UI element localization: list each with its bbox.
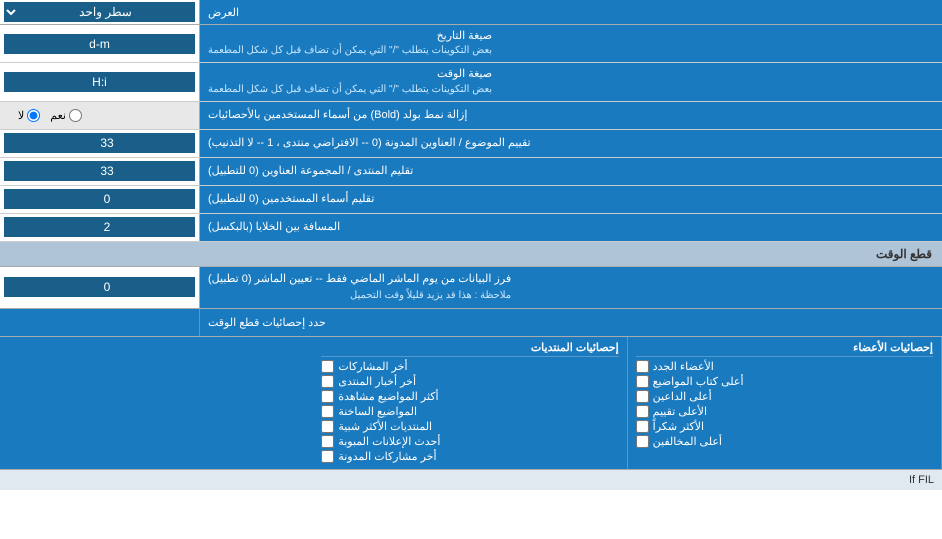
radio-no[interactable] [27,109,40,122]
display-select[interactable]: سطر واحدسطرانثلاثة أسطر [4,2,195,22]
cell-spacing-row: المسافة بين الخلايا (بالبكسل) [0,214,942,242]
stats-check-last-posts[interactable] [321,360,334,373]
stats-check-top-violators[interactable] [636,435,649,448]
stats-check-hot-topics[interactable] [321,405,334,418]
stats-item-most-similar: المنتديات الأكثر شبية [321,420,618,433]
radio-yes-label[interactable]: نعم [50,109,82,122]
time-format-input[interactable] [4,72,195,92]
stats-label-most-thanked: الأكثر شكراً [653,420,704,433]
display-label: العرض [200,0,942,24]
stats-col-forums-header: إحصائيات المنتديات [321,341,618,357]
topic-order-label: تقييم الموضوع / العناوين المدونة (0 -- ا… [200,130,942,157]
cutoff-row: فرز البيانات من يوم الماشر الماضي فقط --… [0,267,942,309]
bold-remove-input-cell: نعم لا [0,102,200,129]
radio-no-label[interactable]: لا [18,109,40,122]
stats-col-forums: إحصائيات المنتديات أخر المشاركات أخر أخب… [313,337,627,469]
stats-label-top-inviters: أعلى الداعين [653,390,712,403]
stats-item-hot-topics: المواضيع الساخنة [321,405,618,418]
bold-remove-label: إزالة نمط بولد (Bold) من أسماء المستخدمي… [200,102,942,129]
username-trim-input-cell [0,186,200,213]
forum-order-row: تقليم المنتدى / المجموعة العناوين (0 للت… [0,158,942,186]
stats-col-right [0,337,313,469]
stats-label-last-posts: أخر المشاركات [338,360,407,373]
stats-label-blog-posts: أخر مشاركات المدونة [338,450,436,463]
topic-order-input[interactable] [4,133,195,153]
stats-check-latest-news[interactable] [321,375,334,388]
stats-item-latest-classified: أحدث الإعلانات المبوبة [321,435,618,448]
stats-item-most-viewed: أكثر المواضيع مشاهدة [321,390,618,403]
stats-col-members-header: إحصائيات الأعضاء [636,341,933,357]
cell-spacing-input[interactable] [4,217,195,237]
stats-check-most-viewed[interactable] [321,390,334,403]
stats-check-latest-classified[interactable] [321,435,334,448]
topic-order-input-cell [0,130,200,157]
stats-item-top-inviters: أعلى الداعين [636,390,933,403]
stats-item-latest-news: أخر أخبار المنتدى [321,375,618,388]
time-format-row: صيغة الوقت بعض التكوينات يتطلب "/" التي … [0,63,942,101]
limit-row: حدد إحصائيات قطع الوقت [0,309,942,337]
stats-label-most-viewed: أكثر المواضيع مشاهدة [338,390,438,403]
cutoff-input-cell [0,267,200,308]
main-container: العرض سطر واحدسطرانثلاثة أسطر صيغة التار… [0,0,942,490]
cutoff-label: فرز البيانات من يوم الماشر الماضي فقط --… [200,267,942,308]
bold-remove-radio-group: نعم لا [8,109,82,122]
limit-label: حدد إحصائيات قطع الوقت [200,309,942,336]
stats-section: إحصائيات الأعضاء الأعضاء الجدد أعلى كتاب… [0,337,942,469]
username-trim-input[interactable] [4,189,195,209]
stats-check-top-inviters[interactable] [636,390,649,403]
stats-item-most-thanked: الأكثر شكراً [636,420,933,433]
username-trim-label: تقليم أسماء المستخدمين (0 للتطبيل) [200,186,942,213]
display-select-area[interactable]: سطر واحدسطرانثلاثة أسطر [0,0,200,24]
date-format-input-cell [0,25,200,62]
date-format-label: صيغة التاريخ بعض التكوينات يتطلب "/" الت… [200,25,942,62]
cell-spacing-label: المسافة بين الخلايا (بالبكسل) [200,214,942,241]
limit-right [0,309,200,336]
radio-yes[interactable] [69,109,82,122]
time-format-label: صيغة الوقت بعض التكوينات يتطلب "/" التي … [200,63,942,100]
stats-check-top-rated[interactable] [636,405,649,418]
stats-label-latest-news: أخر أخبار المنتدى [338,375,416,388]
stats-check-blog-posts[interactable] [321,450,334,463]
stats-check-most-similar[interactable] [321,420,334,433]
stats-label-hot-topics: المواضيع الساخنة [338,405,417,418]
stats-label-top-rated: الأعلى تقييم [653,405,707,418]
stats-item-last-posts: أخر المشاركات [321,360,618,373]
stats-label-new-members: الأعضاء الجدد [653,360,714,373]
stats-label-top-violators: أعلى المخالفين [653,435,722,448]
stats-label-most-similar: المنتديات الأكثر شبية [338,420,432,433]
stats-columns: إحصائيات الأعضاء الأعضاء الجدد أعلى كتاب… [0,337,942,469]
bottom-text: If FIL [0,469,942,490]
stats-col-members: إحصائيات الأعضاء الأعضاء الجدد أعلى كتاب… [628,337,942,469]
date-format-input[interactable] [4,34,195,54]
stats-label-latest-classified: أحدث الإعلانات المبوبة [338,435,440,448]
date-format-row: صيغة التاريخ بعض التكوينات يتطلب "/" الت… [0,25,942,63]
username-trim-row: تقليم أسماء المستخدمين (0 للتطبيل) [0,186,942,214]
topic-order-row: تقييم الموضوع / العناوين المدونة (0 -- ا… [0,130,942,158]
forum-order-input[interactable] [4,161,195,181]
stats-label-top-topic-writers: أعلى كتاب المواضيع [653,375,744,388]
forum-order-input-cell [0,158,200,185]
bold-remove-row: إزالة نمط بولد (Bold) من أسماء المستخدمي… [0,102,942,130]
stats-check-most-thanked[interactable] [636,420,649,433]
time-format-input-cell [0,63,200,100]
stats-item-blog-posts: أخر مشاركات المدونة [321,450,618,463]
stats-item-top-violators: أعلى المخالفين [636,435,933,448]
forum-order-label: تقليم المنتدى / المجموعة العناوين (0 للت… [200,158,942,185]
stats-item-new-members: الأعضاء الجدد [636,360,933,373]
header-row: العرض سطر واحدسطرانثلاثة أسطر [0,0,942,25]
cutoff-input[interactable] [4,277,195,297]
cutoff-section-header: قطع الوقت [0,242,942,267]
stats-item-top-rated: الأعلى تقييم [636,405,933,418]
stats-check-top-topic-writers[interactable] [636,375,649,388]
stats-check-new-members[interactable] [636,360,649,373]
cell-spacing-input-cell [0,214,200,241]
stats-item-top-topic-writers: أعلى كتاب المواضيع [636,375,933,388]
